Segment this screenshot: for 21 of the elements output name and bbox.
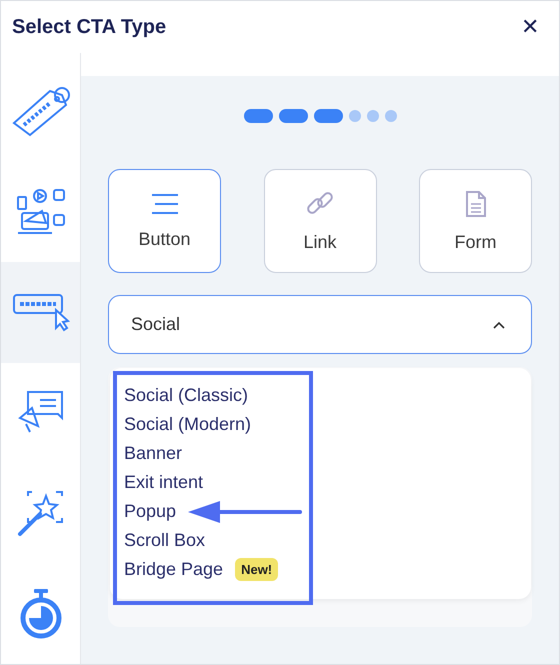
stopwatch-icon [18,588,64,640]
menu-option[interactable]: Scroll Box [124,530,206,551]
cta-type-option[interactable]: Link [264,169,376,273]
menu-option[interactable]: Bridge Page [124,559,224,580]
action-cursor-icon [12,292,70,332]
lines-icon [150,192,178,214]
window-title: Select CTA Type [12,16,166,38]
type-dropdown[interactable]: Social [108,295,532,354]
menu-option[interactable]: Social (Classic) [124,385,248,406]
close-button[interactable]: ✕ [521,14,539,40]
cta-type-option[interactable]: Button [108,169,221,273]
document-icon [464,190,486,218]
menu-option[interactable]: Exit intent [124,472,204,493]
new-badge: New! [235,558,278,581]
caret-icon [493,320,505,328]
menu-option[interactable]: Social (Modern) [124,414,252,435]
cta-type-option[interactable]: Form [419,169,532,273]
sidebar-item[interactable] [1,262,80,362]
menu-option[interactable]: Popup [124,501,176,522]
magic-wand-icon [16,488,66,538]
menu-option[interactable]: Banner [124,443,182,464]
